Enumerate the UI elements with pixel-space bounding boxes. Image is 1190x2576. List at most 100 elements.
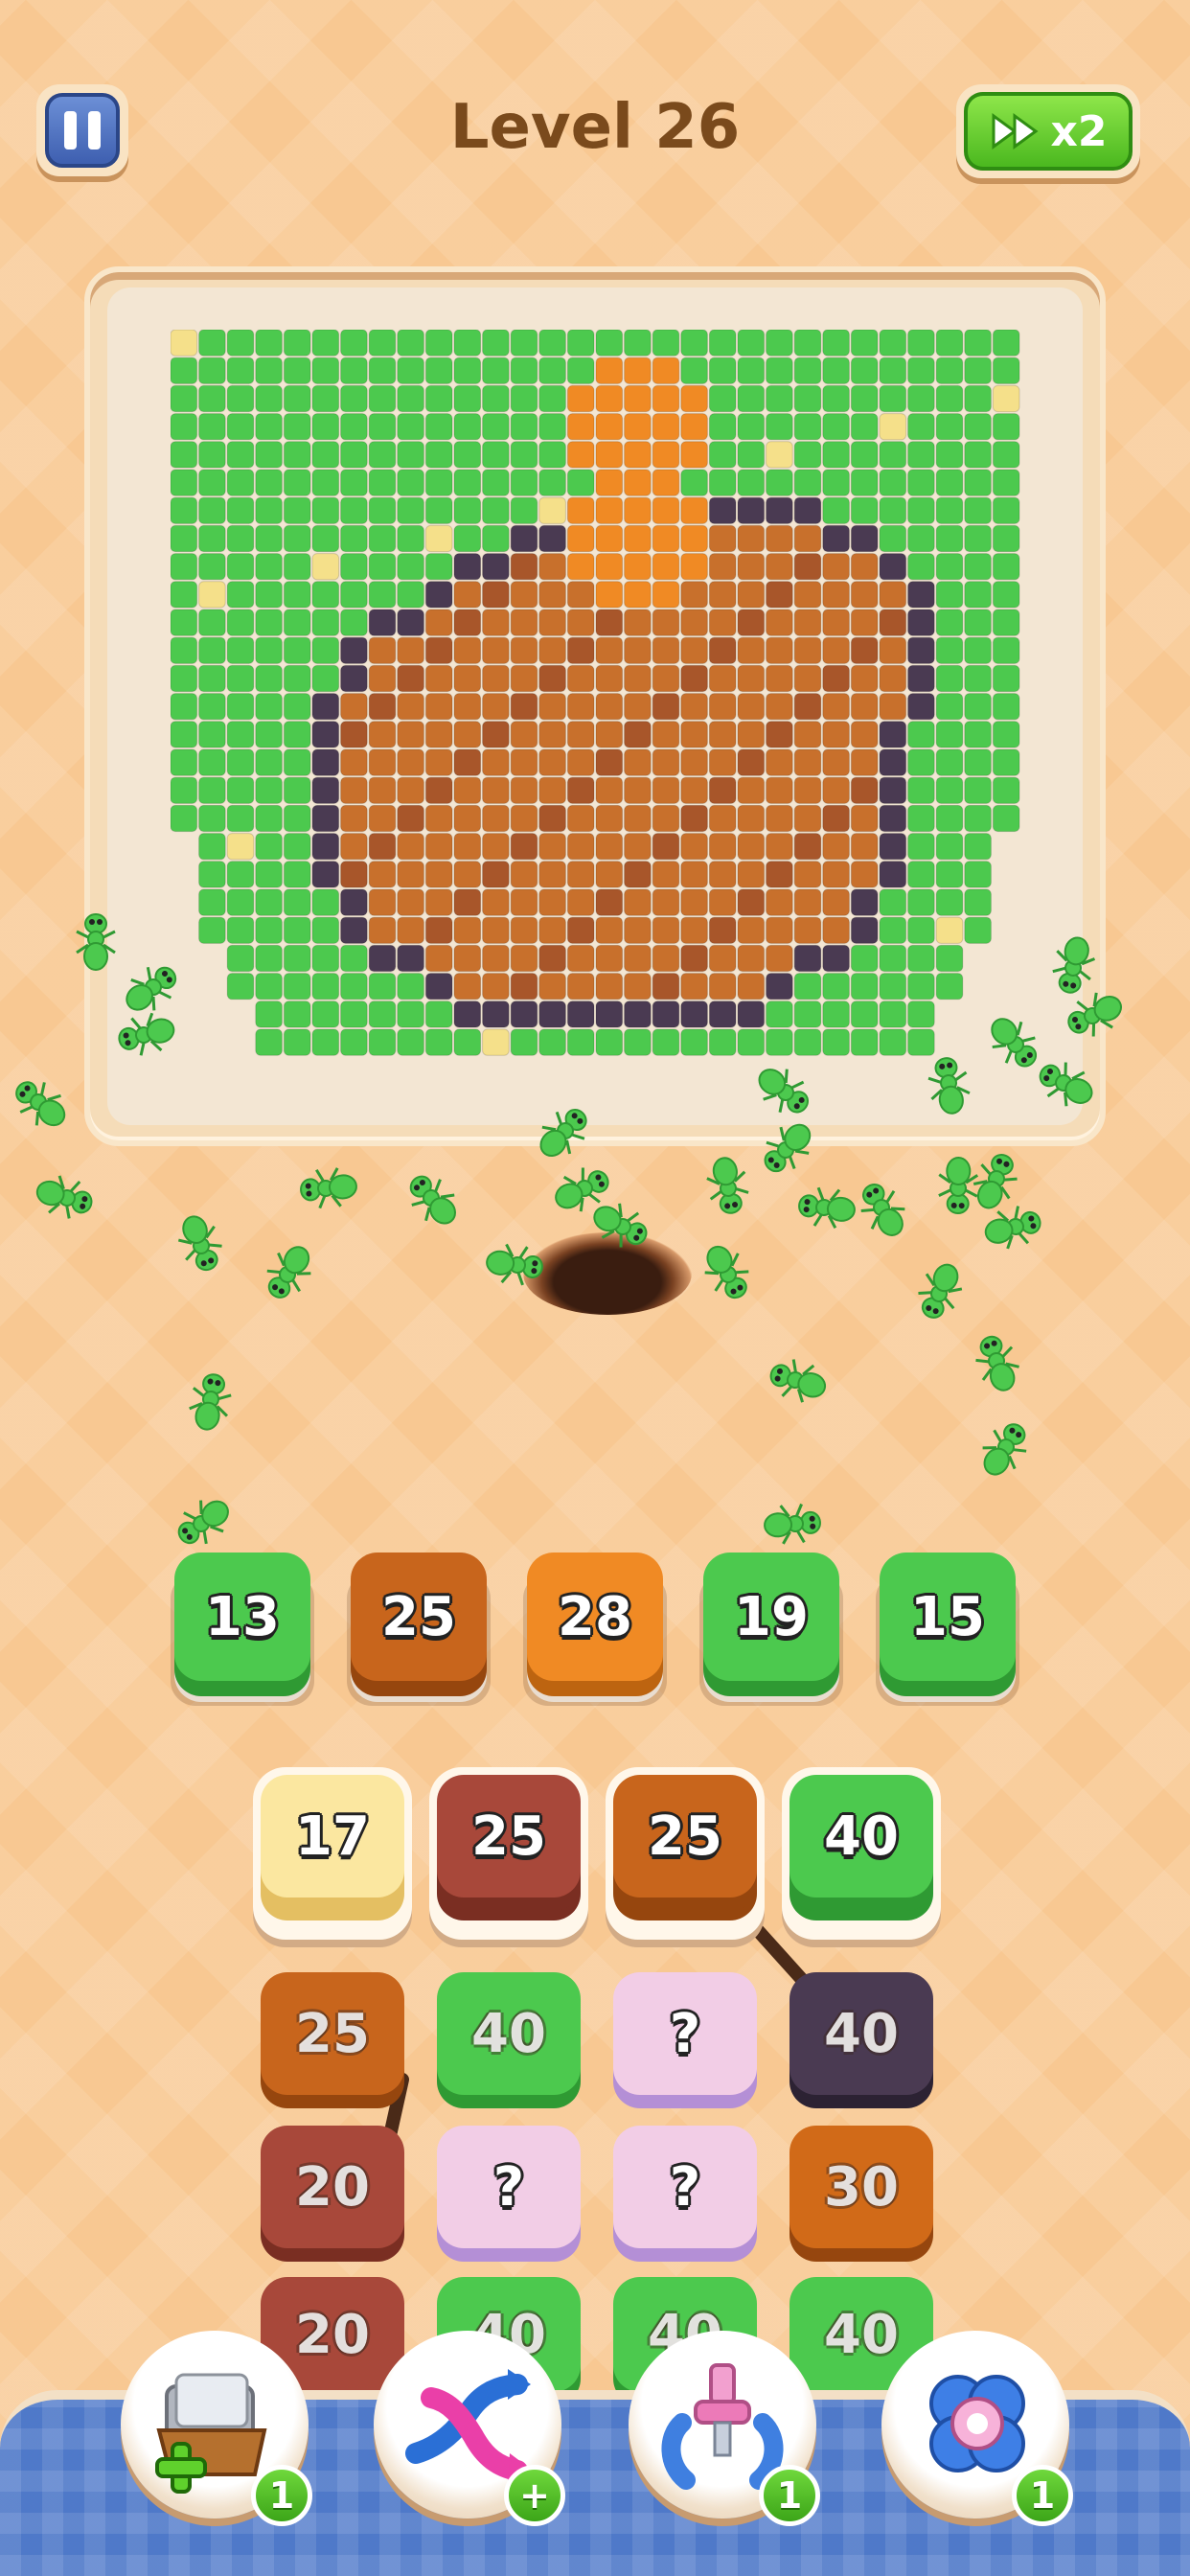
pixel-cell <box>340 664 368 693</box>
pixel-cell <box>424 804 453 833</box>
pixel-cell <box>737 581 766 609</box>
pixel-cell <box>397 553 424 581</box>
pixel-cell <box>424 413 453 441</box>
pixel-cell <box>850 776 879 804</box>
speed-button[interactable]: x2 <box>956 84 1140 178</box>
pixel-cell <box>652 581 680 609</box>
shuffle-add-badge[interactable]: + <box>504 2465 565 2526</box>
pixel-cell <box>595 833 624 861</box>
pixel-cell <box>624 636 652 664</box>
pixel-cell <box>595 804 624 833</box>
pixel-cell <box>538 413 566 441</box>
pixel-cell <box>793 693 822 721</box>
pixel-cell <box>624 609 652 636</box>
pixel-cell <box>368 524 397 553</box>
pixel-cell <box>368 413 397 441</box>
pixel-cell <box>708 330 737 356</box>
pixel-cell <box>424 553 453 581</box>
pixel-cell <box>171 693 198 721</box>
pixel-cell <box>766 496 793 524</box>
pixel-cell <box>340 469 368 496</box>
pixel-cell <box>171 636 198 664</box>
pixel-cell <box>255 693 283 721</box>
pixel-cell <box>964 441 992 469</box>
pixel-cell <box>255 524 283 553</box>
block-number: 25 <box>648 1805 722 1868</box>
pixel-cell <box>538 664 566 693</box>
pixel-cell <box>595 496 624 524</box>
pixel-cell <box>879 664 907 693</box>
pixel-cell <box>766 441 793 469</box>
pixel-cell <box>964 524 992 553</box>
pixel-cell <box>424 664 453 693</box>
pixel-cell <box>397 384 424 413</box>
pixel-cell <box>595 609 624 636</box>
stack-block[interactable]: 25 <box>613 1775 757 1919</box>
pixel-cell <box>311 804 340 833</box>
pixel-cell <box>255 581 283 609</box>
pixel-cell <box>992 496 1020 524</box>
pixel-cell <box>482 469 510 496</box>
pixel-cell <box>453 776 482 804</box>
pixel-cell <box>482 413 510 441</box>
pixel-cell <box>907 413 935 441</box>
stack-block[interactable]: 40 <box>790 1775 933 1919</box>
pixel-cell <box>595 524 624 553</box>
pixel-cell <box>510 748 538 776</box>
pixel-cell <box>964 833 992 861</box>
pixel-cell <box>510 384 538 413</box>
pixel-cell <box>255 609 283 636</box>
pixel-cell <box>340 721 368 748</box>
pixel-cell <box>737 524 766 553</box>
pixel-cell <box>311 748 340 776</box>
stack-block[interactable]: 25 <box>437 1775 581 1919</box>
pixel-cell <box>453 833 482 861</box>
ant-icon <box>860 1184 905 1236</box>
pixel-cell <box>822 496 850 524</box>
pixel-cell <box>680 553 708 581</box>
pixel-cell <box>340 330 368 356</box>
pixel-cell <box>737 441 766 469</box>
pixel-cell <box>737 776 766 804</box>
pixel-cell <box>935 356 964 384</box>
pixel-cell <box>340 496 368 524</box>
pixel-cell <box>283 664 311 693</box>
pixel-cell <box>226 609 255 636</box>
pixel-cell <box>624 496 652 524</box>
pixel-cell <box>708 664 737 693</box>
pixel-cell <box>879 441 907 469</box>
pixel-cell <box>397 664 424 693</box>
pixel-cell <box>793 496 822 524</box>
ant-icon <box>764 1123 812 1173</box>
ant-icon <box>76 913 116 971</box>
pixel-cell <box>652 524 680 553</box>
stack-block[interactable]: 17 <box>261 1775 404 1919</box>
pixel-cell <box>766 469 793 496</box>
pixel-cell <box>340 356 368 384</box>
pixel-cell <box>283 469 311 496</box>
pixel-cell <box>566 496 595 524</box>
pixel-cell <box>482 356 510 384</box>
pixel-cell <box>283 524 311 553</box>
ant-icon <box>704 1245 749 1300</box>
pixel-cell <box>822 524 850 553</box>
pixel-cell <box>255 664 283 693</box>
pixel-cell <box>652 553 680 581</box>
pixel-cell <box>737 413 766 441</box>
pixel-cell <box>538 441 566 469</box>
pixel-cell <box>368 609 397 636</box>
collection-slot: 25 <box>347 1552 491 1706</box>
pixel-cell <box>453 693 482 721</box>
pixel-cell <box>397 636 424 664</box>
pixel-cell <box>226 721 255 748</box>
pixel-cell <box>766 776 793 804</box>
pixel-cell <box>397 496 424 524</box>
pixel-cell <box>368 469 397 496</box>
pixel-cell <box>624 413 652 441</box>
pixel-cell <box>680 413 708 441</box>
pixel-cell <box>595 693 624 721</box>
pixel-cell <box>793 636 822 664</box>
pixel-cell <box>822 581 850 609</box>
pixel-cell <box>368 356 397 384</box>
pixel-cell <box>226 553 255 581</box>
